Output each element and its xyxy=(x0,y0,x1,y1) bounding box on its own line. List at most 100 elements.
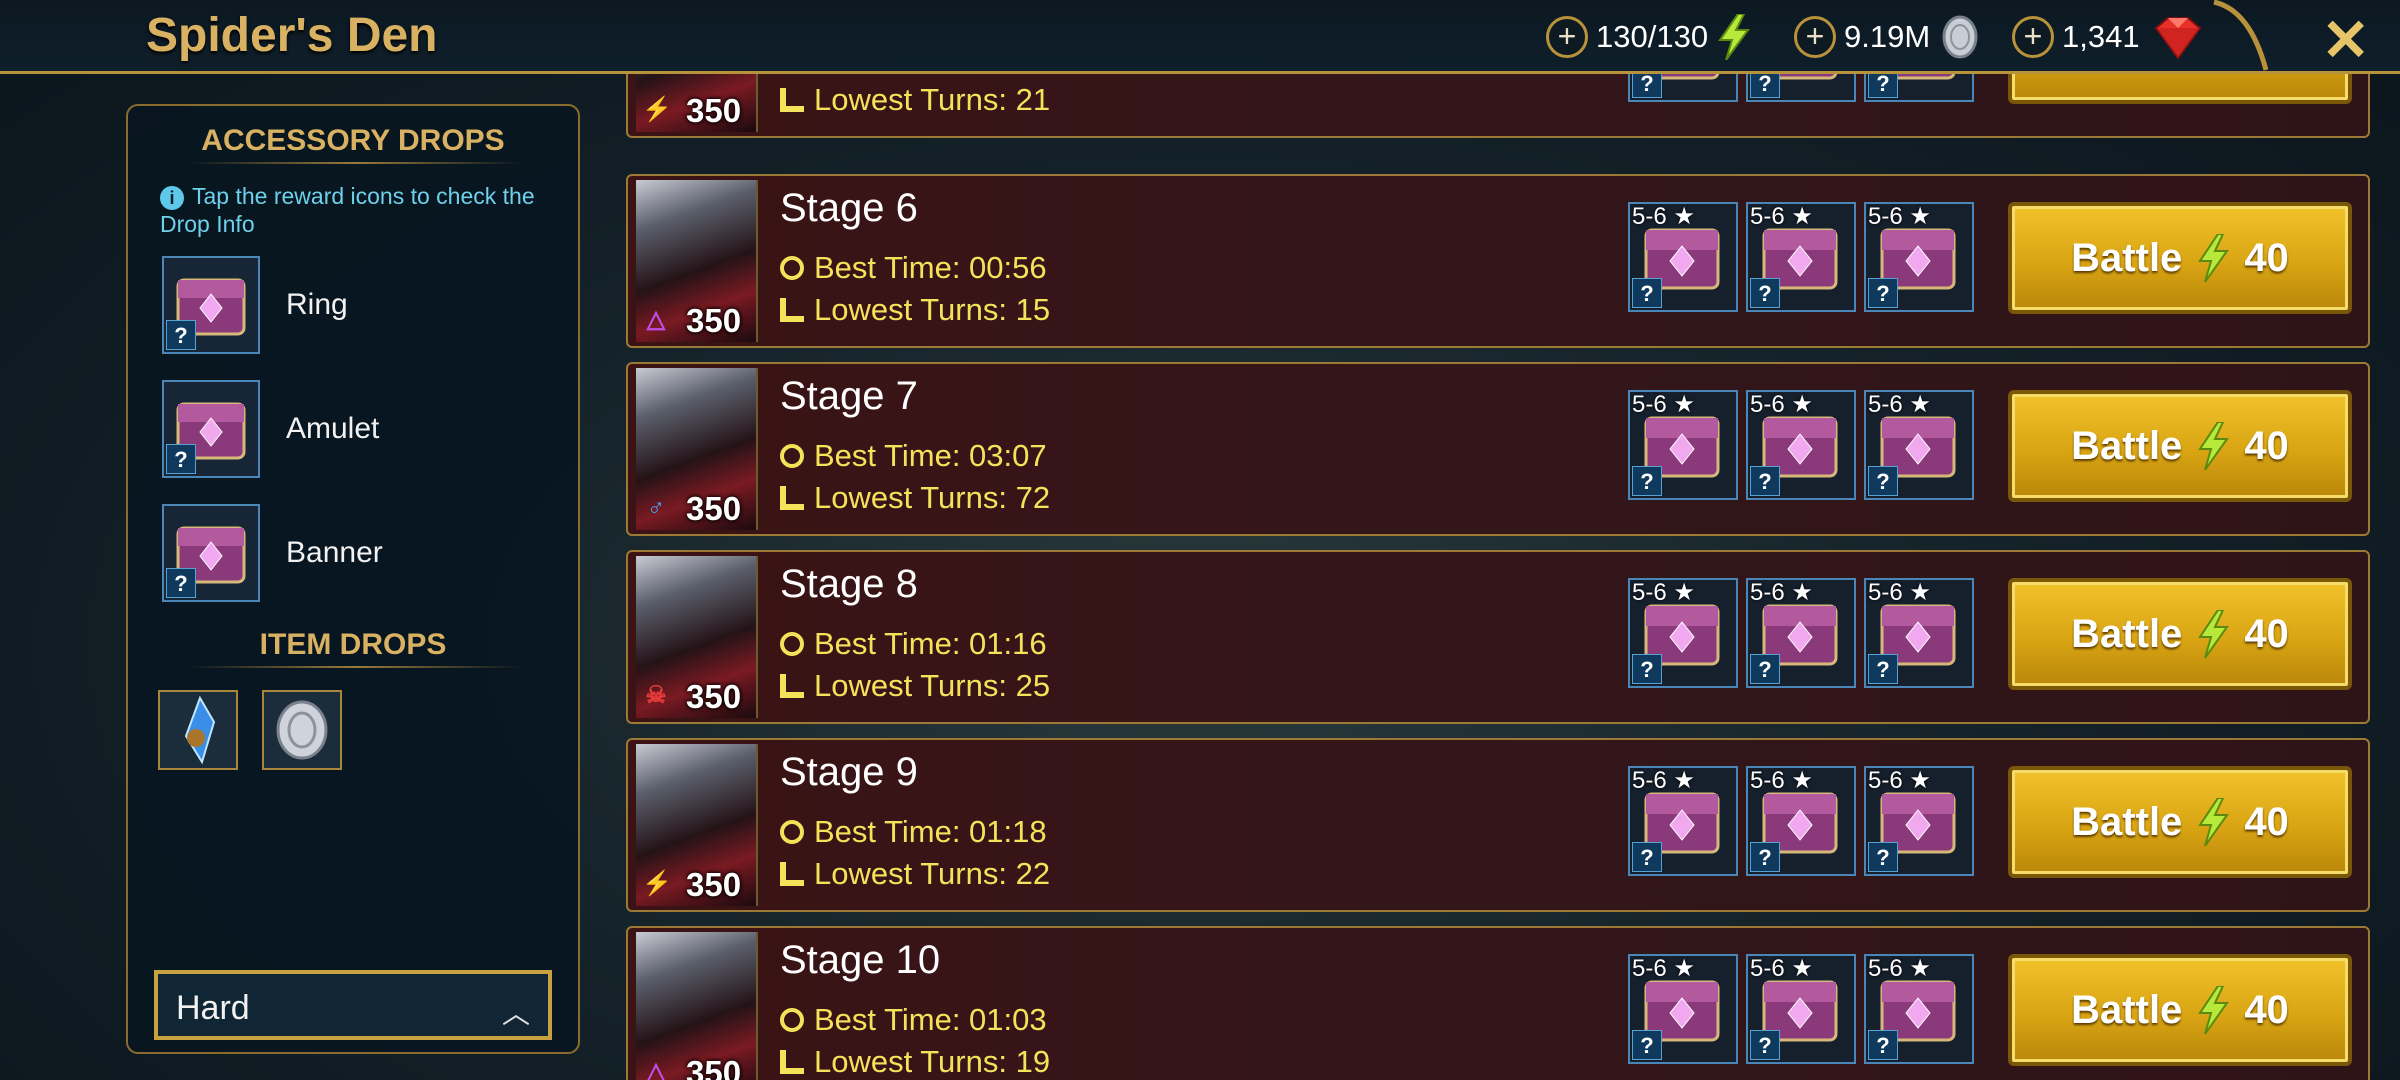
boot-icon xyxy=(780,486,804,510)
reward-chest[interactable]: 5-6 ★? xyxy=(1864,390,1974,500)
question-badge: ? xyxy=(1750,654,1780,684)
boss-portrait: △ 350 xyxy=(636,180,758,342)
lowest-turns-text: Lowest Turns: 15 xyxy=(814,292,1051,327)
reward-chest[interactable]: 5-6 ★? xyxy=(1628,202,1738,312)
lowest-turns: Lowest Turns: 22 xyxy=(780,856,1050,892)
question-badge: ? xyxy=(1632,842,1662,872)
heading-divider xyxy=(188,162,522,164)
battle-button[interactable]: Battle 40 xyxy=(2008,390,2352,502)
reward-chest[interactable]: 5-6 ★? xyxy=(1628,954,1738,1064)
reward-chest[interactable]: 5-6 ★? xyxy=(1864,954,1974,1064)
lowest-turns: Lowest Turns: 15 xyxy=(780,292,1050,328)
boss-level: 350 xyxy=(686,678,742,715)
drop-info-hint: i Tap the reward icons to check the Drop … xyxy=(160,182,560,238)
reward-list: 5-6 ★?5-6 ★?5-6 ★? xyxy=(1628,578,1988,690)
gem-value: 1,341 xyxy=(2062,19,2140,54)
reward-list: 5-6 ★?5-6 ★?5-6 ★? xyxy=(1628,390,1988,502)
reward-chest[interactable]: 5-6 ★? xyxy=(1864,74,1974,102)
reward-chest[interactable]: 5-6 ★? xyxy=(1628,74,1738,102)
item-potion[interactable] xyxy=(158,690,238,770)
battle-button[interactable]: Battle 40 xyxy=(2008,74,2352,104)
reward-chest[interactable]: 5-6 ★? xyxy=(1746,390,1856,500)
best-time-text: Best Time: 01:16 xyxy=(814,626,1047,661)
best-time-text: Best Time: 01:03 xyxy=(814,1002,1047,1037)
energy-icon xyxy=(1718,14,1751,60)
reward-chest[interactable]: 5-6 ★? xyxy=(1746,202,1856,312)
battle-label: Battle xyxy=(2071,987,2183,1032)
accessory-label: Ring xyxy=(286,288,348,321)
reward-chest[interactable]: 5-6 ★? xyxy=(1746,766,1856,876)
close-button[interactable]: ✕ xyxy=(2321,6,2370,74)
battle-cost: 40 xyxy=(2244,235,2289,280)
stage-name: Stage 7 xyxy=(780,374,918,418)
void-affinity-icon: ☠ xyxy=(645,682,667,709)
best-time: Best Time: 01:16 xyxy=(780,626,1047,662)
add-gems-button[interactable]: + xyxy=(2012,16,2054,58)
force-affinity-icon: ⚡ xyxy=(642,870,672,897)
add-energy-button[interactable]: + xyxy=(1546,16,1588,58)
accessory-banner[interactable]: ? Banner xyxy=(162,504,562,604)
reward-rank: 5-6 ★ xyxy=(1632,391,1695,418)
question-badge: ? xyxy=(166,320,196,350)
question-badge: ? xyxy=(1750,278,1780,308)
lowest-turns-text: Lowest Turns: 19 xyxy=(814,1044,1051,1079)
magic-affinity-icon: △ xyxy=(646,1058,666,1080)
boss-portrait: ⚡ 350 xyxy=(636,744,758,906)
chest-icon[interactable]: ? xyxy=(162,504,260,602)
item-silver[interactable] xyxy=(262,690,342,770)
accessory-ring[interactable]: ? Ring xyxy=(162,256,562,356)
lowest-turns: Lowest Turns: 25 xyxy=(780,668,1050,704)
energy-icon xyxy=(2198,234,2230,282)
chest-icon[interactable]: ? xyxy=(162,256,260,354)
question-badge: ? xyxy=(1868,842,1898,872)
battle-button[interactable]: Battle 40 xyxy=(2008,578,2352,690)
clock-icon xyxy=(780,256,804,280)
corner-ornament-icon xyxy=(2213,0,2269,71)
silver-value: 9.19M xyxy=(1844,19,1931,54)
reward-chest[interactable]: 5-6 ★? xyxy=(1864,766,1974,876)
best-time: Best Time: 01:18 xyxy=(780,814,1047,850)
boot-icon xyxy=(780,88,804,112)
stage-row-10: △ 350 Stage 10 Best Time: 01:03 Lowest T… xyxy=(626,926,2370,1080)
best-time-text: Best Time: 00:56 xyxy=(814,250,1047,285)
battle-label: Battle xyxy=(2071,423,2183,468)
energy-icon xyxy=(2198,610,2230,658)
reward-list: 5-6 ★?5-6 ★?5-6 ★? xyxy=(1628,766,1988,878)
question-badge: ? xyxy=(166,444,196,474)
reward-rank: 5-6 ★ xyxy=(1750,767,1813,794)
battle-button[interactable]: Battle 40 xyxy=(2008,202,2352,314)
accessory-amulet[interactable]: ? Amulet xyxy=(162,380,562,480)
reward-chest[interactable]: 5-6 ★? xyxy=(1628,578,1738,688)
lowest-turns-text: Lowest Turns: 72 xyxy=(814,480,1051,515)
add-silver-button[interactable]: + xyxy=(1794,16,1836,58)
battle-label: Battle xyxy=(2071,611,2183,656)
boss-portrait: ♂ 350 xyxy=(636,368,758,530)
reward-chest[interactable]: 5-6 ★? xyxy=(1628,766,1738,876)
clock-icon xyxy=(780,444,804,468)
lowest-turns-text: Lowest Turns: 25 xyxy=(814,668,1051,703)
energy-icon xyxy=(2198,422,2230,470)
boss-level: 350 xyxy=(686,302,742,339)
page-title: Spider's Den xyxy=(146,9,438,62)
reward-chest[interactable]: 5-6 ★? xyxy=(1628,390,1738,500)
question-badge: ? xyxy=(1868,278,1898,308)
reward-chest[interactable]: 5-6 ★? xyxy=(1864,202,1974,312)
question-badge: ? xyxy=(1632,278,1662,308)
battle-button[interactable]: Battle 40 xyxy=(2008,954,2352,1066)
energy-counter: + 130/130 xyxy=(1546,12,1752,62)
reward-chest[interactable]: 5-6 ★? xyxy=(1746,74,1856,102)
reward-chest[interactable]: 5-6 ★? xyxy=(1864,578,1974,688)
best-time: Best Time: 01:07 xyxy=(780,74,1047,76)
chest-icon[interactable]: ? xyxy=(162,380,260,478)
battle-button[interactable]: Battle 40 xyxy=(2008,766,2352,878)
stage-list[interactable]: ⚡ 350 Stage 5 Best Time: 01:07 Lowest Tu… xyxy=(622,74,2372,1080)
question-badge: ? xyxy=(1750,1030,1780,1060)
reward-chest[interactable]: 5-6 ★? xyxy=(1746,578,1856,688)
heading-divider xyxy=(188,666,522,668)
difficulty-select[interactable]: Hard ︿ xyxy=(154,970,552,1040)
battle-cost: 40 xyxy=(2244,423,2289,468)
silver-coin-icon xyxy=(276,700,328,760)
stage-row-8: ☠ 350 Stage 8 Best Time: 01:16 Lowest Tu… xyxy=(626,550,2370,724)
question-badge: ? xyxy=(1750,466,1780,496)
reward-chest[interactable]: 5-6 ★? xyxy=(1746,954,1856,1064)
